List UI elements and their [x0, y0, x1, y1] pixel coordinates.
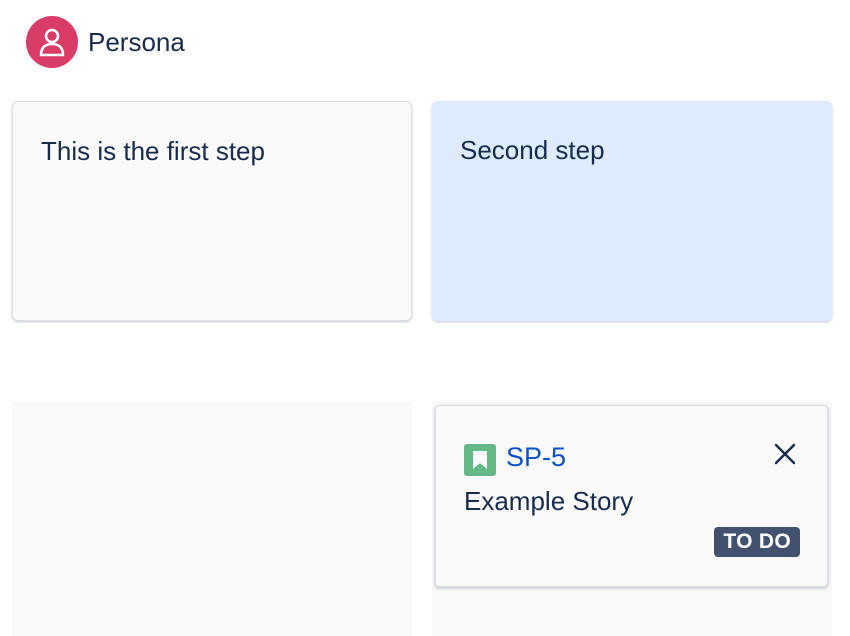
story-lane-left — [12, 402, 412, 636]
close-icon — [774, 443, 796, 465]
step-text: This is the first step — [41, 136, 265, 166]
issue-summary: Example Story — [464, 486, 634, 516]
step-text: Second step — [460, 135, 605, 165]
issue-card[interactable]: SP-5 Example Story TO DO — [435, 405, 828, 587]
persona-label: Persona — [88, 26, 185, 57]
story-bookmark-icon — [464, 444, 496, 476]
step-card-first[interactable]: This is the first step — [12, 101, 412, 321]
status-lozenge: TO DO — [714, 527, 800, 557]
step-card-second[interactable]: Second step — [432, 101, 832, 321]
close-button[interactable] — [771, 440, 799, 468]
persona-header: Persona — [26, 16, 185, 68]
persona-avatar[interactable] — [26, 16, 78, 68]
issue-key-link[interactable]: SP-5 — [506, 442, 566, 473]
user-icon — [39, 28, 65, 57]
